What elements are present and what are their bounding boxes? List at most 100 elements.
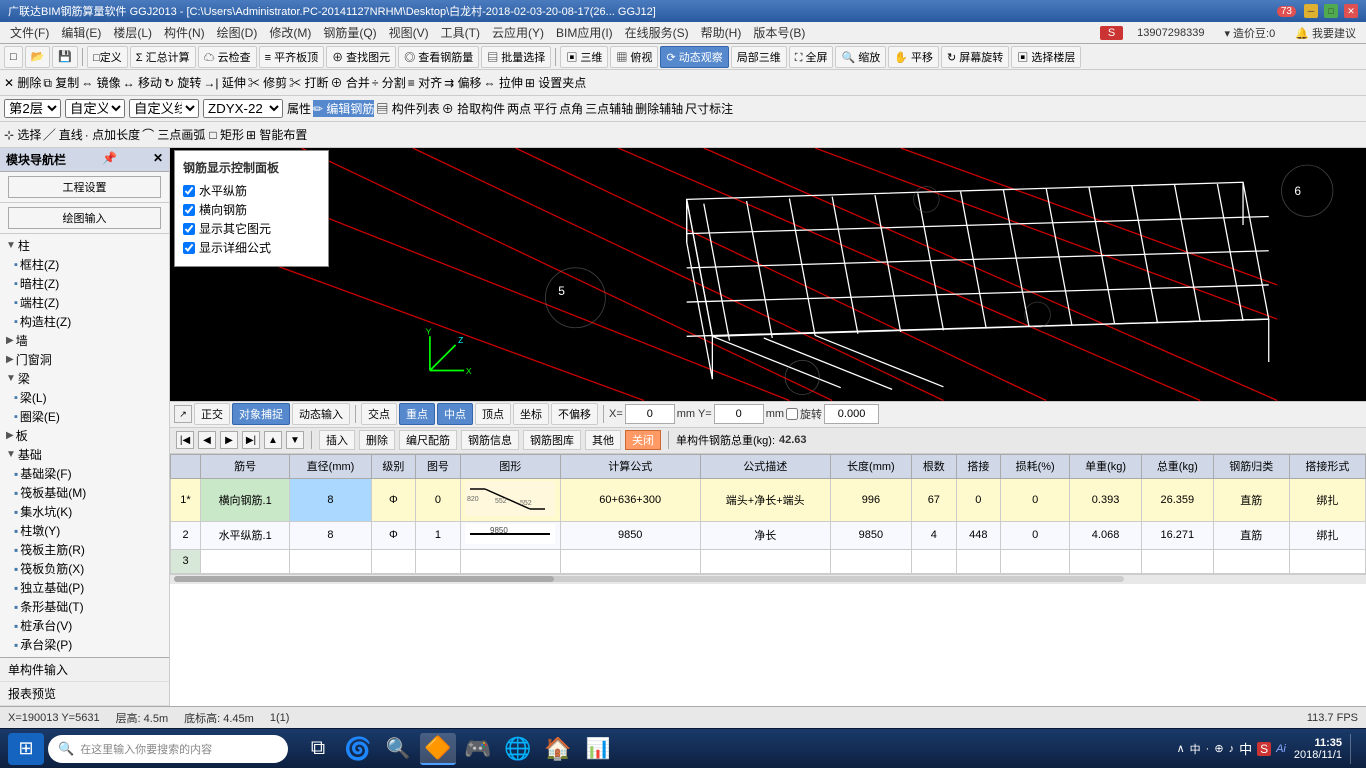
tb-rect[interactable]: □ 矩形 <box>209 126 244 143</box>
tb-select-floor[interactable]: ▣ 选择楼层 <box>1011 46 1081 68</box>
report-preview[interactable]: 报表预览 <box>0 682 169 706</box>
rebar-close-btn[interactable]: 关闭 <box>625 430 661 450</box>
start-button[interactable]: ⊞ <box>8 733 44 765</box>
single-unit-input[interactable]: 单构件输入 <box>0 658 169 682</box>
tb-dimension[interactable]: 尺寸标注 <box>685 100 733 117</box>
tb-del-axis[interactable]: 删除辅轴 <box>635 100 683 117</box>
rebar-table-container[interactable]: 筋号 直径(mm) 级别 图号 图形 计算公式 公式描述 长度(mm) 根数 搭… <box>170 453 1366 707</box>
sys-ai[interactable]: Ai <box>1276 743 1286 755</box>
rotate-checkbox[interactable] <box>786 408 798 420</box>
sys-ime[interactable]: 中 <box>1190 741 1201 757</box>
sys-volume[interactable]: ♪ <box>1229 743 1235 755</box>
menu-component[interactable]: 构件(N) <box>158 22 211 43</box>
rebar-delete-btn[interactable]: 删除 <box>359 430 395 450</box>
rebar-nav-last[interactable]: ▶| <box>242 431 260 449</box>
tree-item-foundation[interactable]: ▼ 基础 <box>2 445 167 464</box>
tb-fullscreen[interactable]: ⛶ 全屏 <box>789 46 834 68</box>
code-select[interactable]: ZDYX-22 <box>203 99 283 118</box>
tb-copy[interactable]: ⧉ 复制 <box>43 74 79 91</box>
line-type-select[interactable]: 自定义线 <box>129 99 199 118</box>
tb-pick-component[interactable]: ⊕ 拾取构件 <box>442 100 505 117</box>
menu-help[interactable]: 帮助(H) <box>695 22 748 43</box>
menu-online[interactable]: 在线服务(S) <box>619 22 695 43</box>
tree-item-strip-found[interactable]: ▪ 条形基础(T) <box>2 597 167 616</box>
tb-partial-3d[interactable]: 局部三维 <box>731 46 787 68</box>
tb-trim[interactable]: ✂ 修剪 <box>248 74 287 91</box>
sys-ime2[interactable]: 中 <box>1239 739 1252 758</box>
tree-item-construct-col[interactable]: ▪ 构造柱(Z) <box>2 312 167 331</box>
taskbar-app-search2[interactable]: 🔍 <box>380 733 416 765</box>
tb-new[interactable]: □ <box>4 46 23 68</box>
checkbox-show-formula-input[interactable] <box>183 242 195 254</box>
tree-item-beam[interactable]: ▼ 梁 <box>2 369 167 388</box>
menu-view[interactable]: 视图(V) <box>383 22 435 43</box>
tb-align-top[interactable]: ≡ 平齐板顶 <box>259 46 324 68</box>
cad-section[interactable]: 钢筋显示控制面板 水平纵筋 横向钢筋 显示其它图元 <box>170 148 1366 401</box>
snap-dynamic[interactable]: 动态输入 <box>292 403 350 425</box>
snap-no-offset[interactable]: 不偏移 <box>551 403 598 425</box>
rebar-nav-next[interactable]: ▶ <box>220 431 238 449</box>
tb-point-angle[interactable]: 点角 <box>559 100 583 117</box>
x-input[interactable] <box>625 404 675 424</box>
tree-item-slab[interactable]: ▶ 板 <box>2 426 167 445</box>
tb-save[interactable]: 💾 <box>52 46 78 68</box>
tb-line[interactable]: ╱ 直线 <box>43 126 82 143</box>
menu-tools[interactable]: 工具(T) <box>435 22 486 43</box>
rebar-insert-btn[interactable]: 插入 <box>319 430 355 450</box>
tb-open[interactable]: 📂 <box>25 46 51 68</box>
checkbox-horiz-rebar-input[interactable] <box>183 185 195 197</box>
snap-vertex[interactable]: 顶点 <box>475 403 511 425</box>
tb-pan[interactable]: ✋ 平移 <box>888 46 939 68</box>
snap-coord[interactable]: 坐标 <box>513 403 549 425</box>
tb-find-elem[interactable]: ⊕ 查找图元 <box>326 46 396 68</box>
table-row[interactable]: 1* 横向钢筋.1 8 Φ 0 820 <box>171 478 1366 521</box>
tree-item-beam-l[interactable]: ▪ 梁(L) <box>2 388 167 407</box>
rotate-input[interactable] <box>824 404 879 424</box>
tree-item-pit[interactable]: ▪ 集水坑(K) <box>2 502 167 521</box>
tb-dynamic-view[interactable]: ⟳ 动态观察 <box>660 46 728 68</box>
tb-extend[interactable]: →| 延伸 <box>203 74 245 91</box>
taskbar-app-app2[interactable]: 🎮 <box>460 733 496 765</box>
win-min-btn[interactable]: ─ <box>1304 4 1318 18</box>
taskbar-app-browser[interactable]: 🌀 <box>340 733 376 765</box>
taskbar-app-app5[interactable]: 📊 <box>580 733 616 765</box>
tb-zoom[interactable]: 🔍 缩放 <box>835 46 886 68</box>
menu-floor[interactable]: 楼层(L) <box>107 22 158 43</box>
project-settings-btn[interactable]: 工程设置 <box>8 176 161 198</box>
tb-stretch[interactable]: ⇔ 拉伸 <box>484 74 523 91</box>
panel-pin[interactable]: 📌 <box>102 151 117 168</box>
sys-expand[interactable]: ∧ <box>1177 742 1185 755</box>
menu-rebar[interactable]: 钢筋量(Q) <box>317 22 382 43</box>
tb-3arc[interactable]: ⌒ 三点画弧 <box>142 126 205 143</box>
tree-item-raft[interactable]: ▪ 筏板基础(M) <box>2 483 167 502</box>
snap-midpoint[interactable]: 中点 <box>437 403 473 425</box>
tb-component-list[interactable]: ▤ 构件列表 <box>376 100 439 117</box>
rebar-info-btn[interactable]: 钢筋信息 <box>461 430 519 450</box>
tb-cloud-check[interactable]: ☁ 云检查 <box>198 46 257 68</box>
tb-view-rebar[interactable]: ◎ 查看钢筋量 <box>398 46 479 68</box>
rebar-library-btn[interactable]: 钢筋图库 <box>523 430 581 450</box>
menu-draw[interactable]: 绘图(D) <box>211 22 264 43</box>
tree-item-hidden-col[interactable]: ▪ 暗柱(Z) <box>2 274 167 293</box>
tb-break[interactable]: ✂ 打断 <box>289 74 328 91</box>
taskbar-app-app1[interactable]: 🔶 <box>420 733 456 765</box>
win-max-btn[interactable]: □ <box>1324 4 1338 18</box>
tb-define[interactable]: □定义 <box>87 46 128 68</box>
tree-item-wall[interactable]: ▶ 墙 <box>2 331 167 350</box>
tree-item-cap-beam[interactable]: ▪ 承台梁(P) <box>2 635 167 654</box>
menu-cloud[interactable]: 云应用(Y) <box>486 22 550 43</box>
tb-3point-axis[interactable]: 三点辅轴 <box>585 100 633 117</box>
sys-sogou[interactable]: S <box>1257 742 1271 756</box>
tree-item-raft-neg[interactable]: ▪ 筏板负筋(X) <box>2 559 167 578</box>
taskbar-app-app4[interactable]: 🏠 <box>540 733 576 765</box>
tb-top-view[interactable]: ▦ 俯视 <box>610 46 658 68</box>
snap-object[interactable]: 对象捕捉 <box>232 403 290 425</box>
tb-merge[interactable]: ⊕ 合并 <box>331 74 370 91</box>
tb-select[interactable]: ⊹ 选择 <box>4 126 41 143</box>
tb-rotate[interactable]: ↻ 旋转 <box>164 74 201 91</box>
rebar-config-btn[interactable]: 编尺配筋 <box>399 430 457 450</box>
tree-item-pier[interactable]: ▪ 柱墩(Y) <box>2 521 167 540</box>
tree-item-end-col[interactable]: ▪ 端柱(Z) <box>2 293 167 312</box>
taskbar-app-app3[interactable]: 🌐 <box>500 733 536 765</box>
checkbox-lateral-rebar-input[interactable] <box>183 204 195 216</box>
